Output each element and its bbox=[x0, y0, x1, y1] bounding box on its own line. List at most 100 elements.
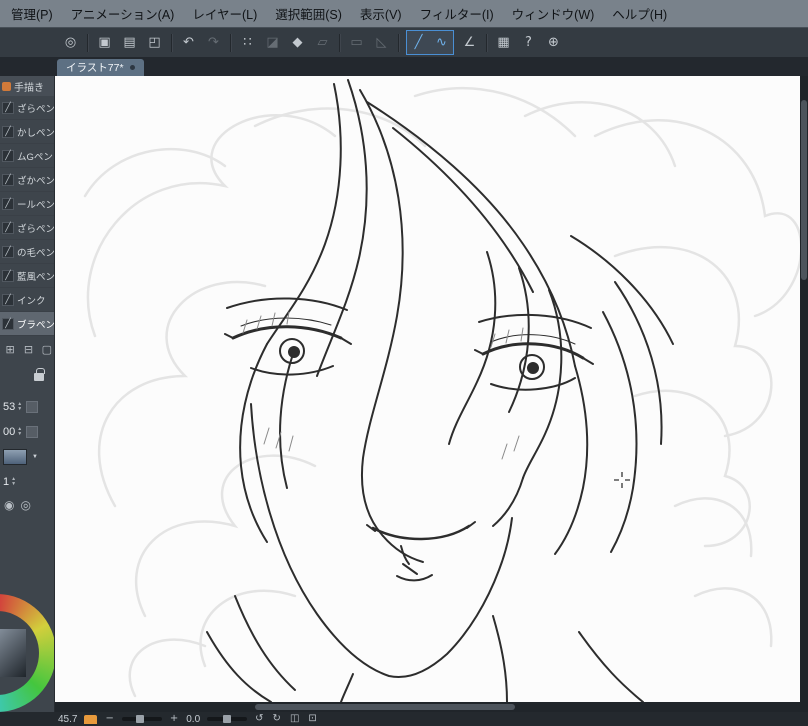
saturation-value-box[interactable] bbox=[0, 629, 26, 677]
rect-select-icon[interactable]: ▭ bbox=[345, 31, 368, 54]
save-icon[interactable]: ◰ bbox=[143, 31, 166, 54]
subtool-label: ざらペン bbox=[17, 223, 54, 235]
zoom-slider-thumb[interactable] bbox=[135, 715, 144, 723]
subtool-item[interactable]: ╱ ざらペン bbox=[0, 216, 54, 240]
lasso-select-icon[interactable]: ◺ bbox=[370, 31, 393, 54]
help-icon[interactable]: ? bbox=[517, 31, 540, 54]
subtool-group-tab[interactable]: 手描き bbox=[0, 76, 54, 96]
crosshair-cursor bbox=[614, 472, 630, 488]
document-tab-label: イラスト77* bbox=[66, 62, 124, 74]
flip-icon[interactable]: ◫ bbox=[289, 714, 300, 724]
brush-size-row: 53 ▲ ▼ bbox=[0, 394, 54, 419]
stabilize-icon[interactable]: ◉ bbox=[4, 498, 14, 512]
drawing-canvas[interactable] bbox=[55, 76, 800, 702]
blend-mode-row: ▼ bbox=[0, 444, 54, 469]
toolbar-separator bbox=[230, 33, 231, 52]
menu-view[interactable]: 表示(V) bbox=[351, 0, 411, 27]
rotation-slider[interactable] bbox=[207, 715, 248, 723]
toolbar-separator bbox=[398, 33, 399, 52]
subtool-item[interactable]: ╱ ざらペン bbox=[0, 96, 54, 120]
perspective-icon[interactable]: ∠ bbox=[458, 31, 481, 54]
shortcut-keyboard-icon[interactable]: ▦ bbox=[492, 31, 515, 54]
subtool-item[interactable]: ╱ の毛ペン bbox=[0, 240, 54, 264]
spinner-down-icon[interactable]: ▼ bbox=[17, 431, 22, 437]
command-bar: ◎ ▣ ▤ ◰ ↶ ↷ ∷ ◪ ◆ ▱ ▭ ◺ ╱ ∿ ∠ ▦ ? ⊕ bbox=[0, 27, 808, 57]
vertical-scroll-thumb[interactable] bbox=[801, 100, 807, 280]
line-tool-icon[interactable]: ╱ bbox=[407, 31, 430, 54]
subtool-item[interactable]: ╱ ールペン bbox=[0, 192, 54, 216]
spinner-control[interactable]: ▲ ▼ bbox=[11, 477, 16, 486]
menu-filter[interactable]: フィルター(I) bbox=[411, 0, 503, 27]
horizontal-scroll-thumb[interactable] bbox=[255, 704, 515, 710]
gradient-icon[interactable]: ◪ bbox=[261, 31, 284, 54]
pen-icon: ╱ bbox=[2, 173, 14, 186]
clip-studio-window: 管理(P) アニメーション(A) レイヤー(L) 選択範囲(S) 表示(V) フ… bbox=[0, 0, 808, 726]
subtool-item[interactable]: ╱ 藍風ペン bbox=[0, 264, 54, 288]
subtool-label: 藍風ペン bbox=[17, 271, 54, 283]
subtool-item[interactable]: ╱ かしペン bbox=[0, 120, 54, 144]
brush-size-value[interactable]: 53 bbox=[3, 401, 15, 413]
rotate-ccw-icon[interactable]: ↺ bbox=[254, 714, 264, 724]
subtool-item[interactable]: ╱ ムGペン bbox=[0, 144, 54, 168]
spinner-down-icon[interactable]: ▼ bbox=[11, 481, 16, 487]
subtool-label: の毛ペン bbox=[17, 247, 54, 259]
spinner-control[interactable]: ▲ ▼ bbox=[17, 402, 22, 411]
subtool-label: ールペン bbox=[17, 199, 54, 211]
frame-icon[interactable]: ▱ bbox=[311, 31, 334, 54]
menu-layer[interactable]: レイヤー(L) bbox=[183, 0, 266, 27]
launcher-icon[interactable] bbox=[84, 714, 98, 724]
subtool-item[interactable]: ╱ インク bbox=[0, 288, 54, 312]
subtool-group-icon bbox=[2, 81, 11, 91]
zoom-out-button[interactable]: − bbox=[104, 714, 114, 724]
spinner-control[interactable]: ▲ ▼ bbox=[17, 427, 22, 436]
add-subtool-icon[interactable]: ⊞ bbox=[3, 342, 17, 357]
toolbar-separator bbox=[87, 33, 88, 52]
preferences-icon[interactable]: ⊕ bbox=[542, 31, 565, 54]
opacity-row: 00 ▲ ▼ bbox=[0, 419, 54, 444]
brush-size-option-button[interactable] bbox=[26, 400, 39, 413]
duplicate-subtool-icon[interactable]: ⊟ bbox=[21, 342, 35, 357]
rotate-cw-icon[interactable]: ↻ bbox=[272, 714, 282, 724]
pen-icon: ╱ bbox=[2, 317, 14, 330]
menu-selection[interactable]: 選択範囲(S) bbox=[266, 0, 351, 27]
property-quick-icons: ◉ ◎ bbox=[0, 494, 54, 516]
pen-icon: ╱ bbox=[2, 245, 14, 258]
spray-icon[interactable]: ∷ bbox=[236, 31, 259, 54]
horizontal-scrollbar[interactable] bbox=[55, 702, 800, 712]
new-file-icon[interactable]: ▣ bbox=[93, 31, 116, 54]
lock-icon[interactable] bbox=[34, 368, 45, 381]
subtool-item-selected[interactable]: ╱ ブラペン ▼ bbox=[0, 312, 54, 336]
menu-window[interactable]: ウィンドウ(W) bbox=[503, 0, 604, 27]
fit-screen-icon[interactable]: ⊡ bbox=[307, 714, 317, 724]
subtool-item[interactable]: ╱ ざかペン bbox=[0, 168, 54, 192]
undo-icon[interactable]: ↶ bbox=[177, 31, 200, 54]
zoom-slider[interactable] bbox=[121, 715, 162, 723]
color-blend-swatch[interactable] bbox=[3, 448, 27, 465]
open-file-icon[interactable]: ▤ bbox=[118, 31, 141, 54]
magnify-icon[interactable]: ◎ bbox=[20, 498, 30, 512]
curve-tool-icon[interactable]: ∿ bbox=[430, 31, 453, 54]
zoom-in-button[interactable]: + bbox=[169, 714, 179, 724]
redo-icon[interactable]: ↷ bbox=[202, 31, 225, 54]
pen-icon: ╱ bbox=[2, 149, 14, 162]
menu-page-manage[interactable]: 管理(P) bbox=[2, 0, 62, 27]
toolbar-separator bbox=[339, 33, 340, 52]
opacity-option-button[interactable] bbox=[26, 425, 39, 438]
rotation-slider-thumb[interactable] bbox=[223, 715, 232, 723]
count-row: 1 ▲ ▼ bbox=[0, 469, 54, 494]
opacity-value[interactable]: 00 bbox=[3, 426, 15, 438]
menu-help[interactable]: ヘルプ(H) bbox=[603, 0, 676, 27]
vertical-scrollbar[interactable] bbox=[800, 76, 808, 712]
document-tab[interactable]: イラスト77* bbox=[57, 59, 144, 76]
subtool-actions: ⊞ ⊟ ▢ bbox=[0, 338, 54, 360]
tab-dot-icon bbox=[129, 65, 135, 70]
count-value[interactable]: 1 bbox=[3, 476, 9, 488]
delete-subtool-icon[interactable]: ▢ bbox=[40, 342, 54, 357]
pen-icon: ╱ bbox=[2, 221, 14, 234]
document-tab-bar: イラスト77* bbox=[0, 57, 808, 76]
toolbar-separator bbox=[171, 33, 172, 52]
blend-icon[interactable]: ◆ bbox=[286, 31, 309, 54]
navigate-icon[interactable]: ◎ bbox=[59, 31, 82, 54]
spinner-down-icon[interactable]: ▼ bbox=[17, 406, 22, 412]
menu-animation[interactable]: アニメーション(A) bbox=[62, 0, 184, 27]
